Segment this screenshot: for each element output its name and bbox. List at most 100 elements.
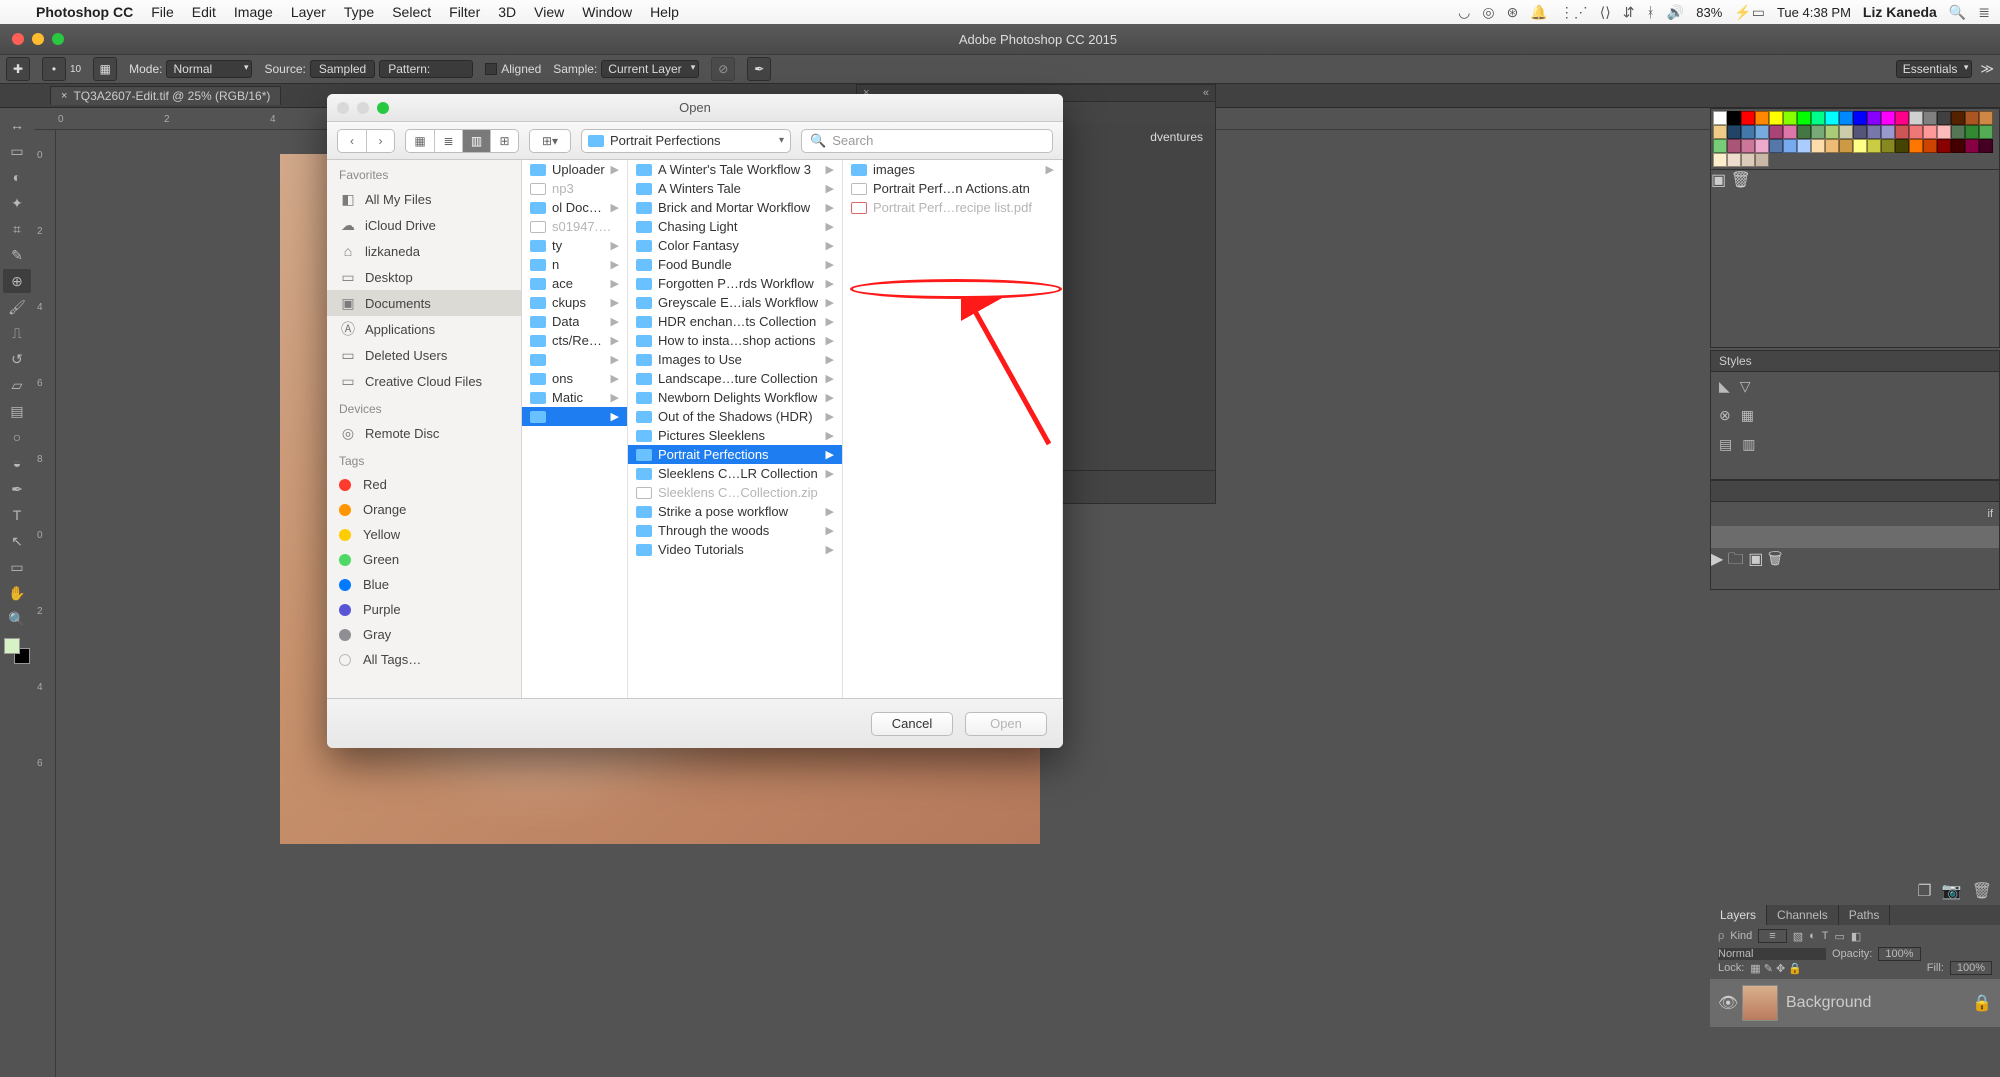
swatch[interactable]	[1965, 139, 1979, 153]
sample-dropdown[interactable]: Current Layer	[601, 60, 699, 78]
layers-panel[interactable]: ❐ 📷 🗑 LayersChannelsPaths ρKind ≡ ▧◐T▭◧ …	[1710, 877, 2000, 1077]
swatch[interactable]	[1727, 125, 1741, 139]
swatch[interactable]	[1937, 111, 1951, 125]
file-row[interactable]: Color Fantasy▶	[628, 236, 842, 255]
lasso-tool[interactable]: ◐	[3, 165, 31, 189]
dodge-tool[interactable]: ◒	[3, 451, 31, 475]
file-row[interactable]: Pictures Sleeklens▶	[628, 426, 842, 445]
sidebar-tag[interactable]: Orange	[327, 497, 521, 522]
style-icon[interactable]: ⊗	[1719, 407, 1731, 424]
swatch[interactable]	[1951, 125, 1965, 139]
spotlight-icon[interactable]: 🔍	[1949, 4, 1966, 21]
menu-extra-icon[interactable]: ≣	[1978, 4, 1990, 21]
swatch[interactable]	[1811, 111, 1825, 125]
styles-panel-title[interactable]: Styles	[1711, 351, 1999, 372]
hand-tool[interactable]: ✋	[3, 581, 31, 605]
swatch[interactable]	[1769, 125, 1783, 139]
menu-edit[interactable]: Edit	[192, 4, 216, 20]
swatch[interactable]	[1783, 125, 1797, 139]
file-row[interactable]: How to insta…shop actions▶	[628, 331, 842, 350]
blend-mode-dropdown[interactable]: Normal	[1718, 948, 1826, 960]
tab-layers[interactable]: Layers	[1710, 905, 1767, 925]
forward-button[interactable]: ›	[366, 130, 394, 152]
column-view-button[interactable]: ▥	[462, 130, 490, 152]
swatch[interactable]	[1909, 111, 1923, 125]
swatch[interactable]	[1867, 139, 1881, 153]
eraser-tool[interactable]: ▱	[3, 373, 31, 397]
user-name[interactable]: Liz Kaneda	[1863, 4, 1937, 20]
sidebar-item[interactable]: ⌂lizkaneda	[327, 238, 521, 264]
swatch[interactable]	[1797, 125, 1811, 139]
sidebar-tag[interactable]: All Tags…	[327, 647, 521, 672]
style-icon[interactable]: ▽	[1740, 378, 1751, 395]
swatch[interactable]	[1713, 139, 1727, 153]
pattern-button[interactable]: Pattern:	[379, 60, 473, 78]
workspace-dropdown[interactable]: Essentials	[1896, 60, 1973, 78]
eyedropper-tool[interactable]: ✎	[3, 243, 31, 267]
swatch[interactable]	[1881, 125, 1895, 139]
shape-tool[interactable]: ▭	[3, 555, 31, 579]
sidebar-item[interactable]: ▣Documents	[327, 290, 521, 316]
file-row[interactable]: Video Tutorials▶	[628, 540, 842, 559]
dialog-close-button[interactable]	[337, 102, 349, 114]
sidebar-item[interactable]: ▭Desktop	[327, 264, 521, 290]
swatch[interactable]	[1755, 153, 1769, 167]
sidebar-tag[interactable]: Purple	[327, 597, 521, 622]
file-row[interactable]: Sleeklens C…Collection.zip	[628, 483, 842, 502]
path-popup[interactable]: Portrait Perfections	[581, 129, 791, 153]
file-row[interactable]: Images to Use▶	[628, 350, 842, 369]
layer-kind-label[interactable]: Kind	[1730, 930, 1752, 942]
swatch[interactable]	[1853, 139, 1867, 153]
file-row[interactable]: images▶	[843, 160, 1062, 179]
swatch[interactable]	[1951, 111, 1965, 125]
sampled-button[interactable]: Sampled	[310, 60, 375, 78]
swatch-new-icon[interactable]: ▣	[1711, 172, 1726, 189]
file-row[interactable]: Food Bundle▶	[628, 255, 842, 274]
swatch[interactable]	[1979, 139, 1993, 153]
browser-column-2[interactable]: A Winter's Tale Workflow 3▶A Winters Tal…	[628, 160, 843, 698]
swatch[interactable]	[1839, 111, 1853, 125]
swatch[interactable]	[1797, 139, 1811, 153]
swatch[interactable]	[1741, 139, 1755, 153]
swatch[interactable]	[1811, 139, 1825, 153]
foreground-background-color[interactable]	[4, 638, 30, 664]
app-name[interactable]: Photoshop CC	[36, 4, 133, 20]
browser-column-1[interactable]: Uploader▶np3ol Documents▶s01947.mp3ty▶n▶…	[522, 160, 628, 698]
sidebar-item[interactable]: ◎Remote Disc	[327, 420, 521, 446]
back-button[interactable]: ‹	[338, 130, 366, 152]
file-row[interactable]: ckups▶	[522, 293, 627, 312]
swatch[interactable]	[1965, 125, 1979, 139]
trash-icon[interactable]: 🗑	[1768, 551, 1782, 568]
file-row[interactable]: ace▶	[522, 274, 627, 293]
sidebar-tag[interactable]: Red	[327, 472, 521, 497]
sidebar-item[interactable]: ⒶApplications	[327, 316, 521, 342]
file-row[interactable]: ty▶	[522, 236, 627, 255]
mac-menubar[interactable]: Photoshop CC FileEditImageLayerTypeSelec…	[0, 0, 2000, 24]
file-row[interactable]: s01947.mp3	[522, 217, 627, 236]
brush-size-value[interactable]: 10	[70, 64, 81, 75]
menu-view[interactable]: View	[534, 4, 564, 20]
swatch[interactable]	[1979, 125, 1993, 139]
swatch[interactable]	[1937, 125, 1951, 139]
menu-layer[interactable]: Layer	[291, 4, 326, 20]
swatch[interactable]	[1713, 125, 1727, 139]
file-row[interactable]: Matic▶	[522, 388, 627, 407]
icon-view-button[interactable]: ▦	[406, 130, 434, 152]
file-row[interactable]: cts/Resume▶	[522, 331, 627, 350]
list-view-button[interactable]: ≣	[434, 130, 462, 152]
close-window-button[interactable]	[12, 33, 24, 45]
layer-thumbnail[interactable]	[1742, 985, 1778, 1021]
swatch[interactable]	[1755, 139, 1769, 153]
open-button[interactable]: Open	[965, 712, 1047, 736]
swatch[interactable]	[1825, 111, 1839, 125]
swatch[interactable]	[1895, 125, 1909, 139]
menu-help[interactable]: Help	[650, 4, 679, 20]
file-row[interactable]: Portrait Perfections▶	[628, 445, 842, 464]
swatch[interactable]	[1713, 111, 1727, 125]
arrange-button[interactable]: ⊞▾	[530, 130, 570, 152]
document-tab[interactable]: × TQ3A2607-Edit.tif @ 25% (RGB/16*)	[50, 86, 281, 105]
brush-panel-icon[interactable]: ▦	[93, 57, 117, 81]
brush-size-icon[interactable]: •	[42, 57, 66, 81]
type-tool[interactable]: T	[3, 503, 31, 527]
file-row[interactable]: Forgotten P…rds Workflow▶	[628, 274, 842, 293]
